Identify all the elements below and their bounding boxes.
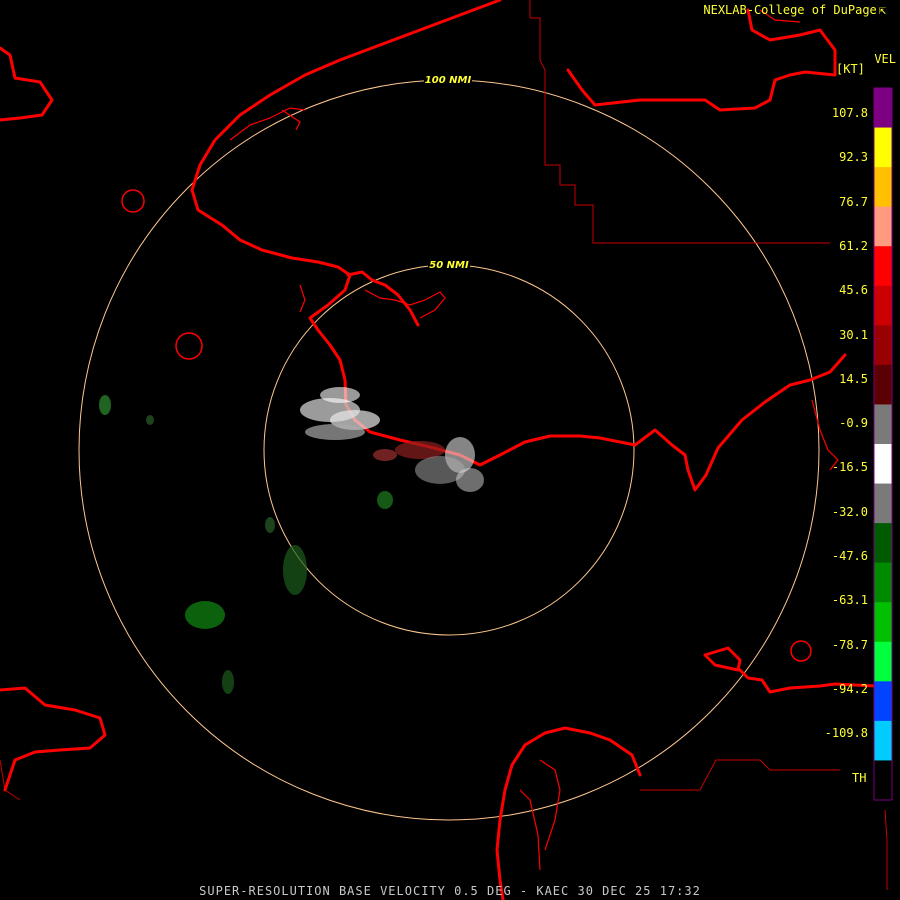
inner-ring-label: 50 NMI (429, 260, 469, 271)
legend-unit: [KT] (836, 62, 865, 76)
legend-color-segment (874, 483, 892, 524)
legend-color-segment (874, 246, 892, 287)
boundary-lines (0, 0, 888, 890)
product-caption: SUPER-RESOLUTION BASE VELOCITY 0.5 DEG -… (199, 884, 701, 898)
legend-color-segment (874, 167, 892, 208)
velocity-echoes (99, 387, 484, 694)
legend-tick-label: -16.5 (831, 460, 868, 475)
legend-color-segment (874, 285, 892, 326)
legend-tick-label: 76.7 (839, 194, 868, 209)
outer-ring-label: 100 NMI (425, 75, 472, 86)
radar-map: 100 NMI 50 NMI (0, 0, 893, 900)
radar-display: 100 NMI 50 NMI NEXLAB-College of DuPage … (0, 0, 900, 900)
legend-color-segment (874, 641, 892, 682)
legend-color-segment (874, 404, 892, 445)
velocity-color-bar (873, 87, 893, 801)
legend-color-segment (874, 562, 892, 603)
legend-threshold-label: TH (852, 771, 867, 785)
legend-color-segment (874, 364, 892, 405)
credit-text: NEXLAB-College of DuPage ⇱ (703, 3, 886, 17)
legend-tick-label: -63.1 (831, 593, 868, 608)
legend-color-segment (874, 720, 892, 761)
legend-color-segment (874, 681, 892, 722)
legend-tick-label: -78.7 (831, 637, 868, 652)
legend-color-segment (874, 325, 892, 366)
legend-color-segment (874, 206, 892, 247)
legend-tick-label: 92.3 (839, 150, 868, 165)
legend-tick-label: -47.6 (831, 549, 868, 563)
legend-tick-label: -32.0 (831, 504, 868, 519)
legend-tick-label: -109.8 (824, 726, 868, 741)
legend-color-segment (874, 523, 892, 564)
legend-color-segment (874, 602, 892, 643)
legend-tick-label: -0.9 (839, 416, 868, 431)
legend-tick-label: 30.1 (839, 327, 868, 342)
legend-tick-label: 107.8 (831, 106, 868, 120)
legend-tick-label: 61.2 (839, 238, 868, 253)
legend-tick-label: 14.5 (839, 371, 868, 386)
legend-color-segment (874, 444, 892, 485)
legend-color-segment (874, 88, 892, 129)
legend-tick-label: 45.6 (839, 283, 868, 298)
legend-color-segment (874, 127, 892, 168)
cursor-arrow-icon: ⇱ (878, 3, 886, 17)
legend-color-segment (874, 760, 892, 801)
legend-tick-label: -94.2 (831, 681, 868, 696)
